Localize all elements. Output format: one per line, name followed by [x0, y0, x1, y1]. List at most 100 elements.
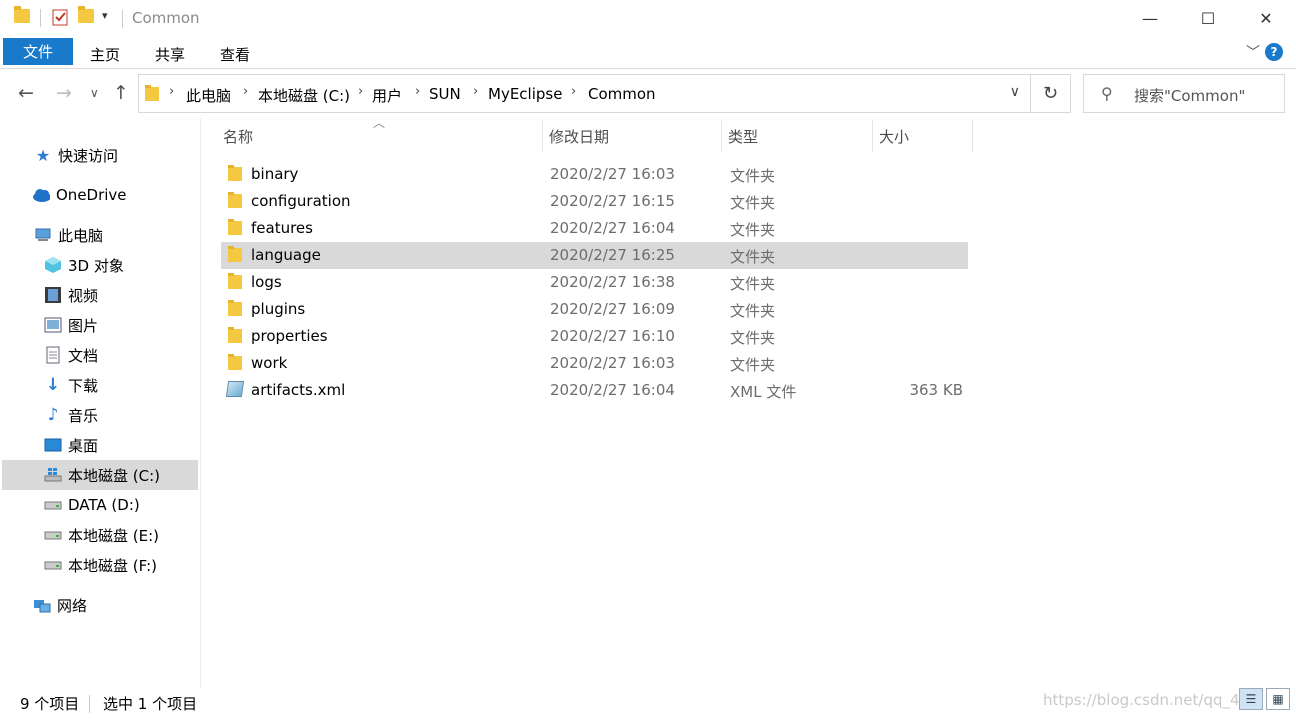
selected-count: 选中 1 个项目	[103, 695, 198, 713]
film-icon	[44, 286, 62, 304]
file-type: 文件夹	[730, 248, 776, 266]
nav-videos[interactable]: 视频	[44, 280, 98, 310]
folder-icon	[14, 6, 30, 23]
file-row[interactable]: artifacts.xml 2020/2/27 16:04 XML 文件 363…	[221, 377, 968, 404]
nav-3d-objects[interactable]: 3D 对象	[44, 250, 124, 280]
file-date: 2020/2/27 16:03	[550, 165, 675, 183]
desktop-icon	[44, 436, 62, 454]
nav-network[interactable]: 网络	[33, 590, 87, 620]
file-size: 363 KB	[909, 381, 963, 399]
help-button[interactable]: ?	[1265, 43, 1283, 61]
recent-locations-icon[interactable]: ∨	[90, 86, 99, 100]
nav-onedrive[interactable]: OneDrive	[32, 180, 127, 210]
chevron-right-icon[interactable]: ›	[243, 84, 248, 99]
tab-view[interactable]: 查看	[220, 44, 250, 65]
network-icon	[33, 596, 51, 614]
column-divider[interactable]	[972, 120, 973, 152]
file-name: plugins	[251, 300, 306, 318]
chevron-right-icon[interactable]: ›	[571, 84, 576, 99]
nav-music[interactable]: ♪ 音乐	[44, 400, 98, 430]
folder-icon	[228, 219, 242, 235]
breadcrumb-this-pc[interactable]: 此电脑	[186, 85, 231, 106]
nav-downloads[interactable]: ↓ 下载	[44, 370, 98, 400]
file-name: configuration	[251, 192, 351, 210]
nav-drive-e[interactable]: 本地磁盘 (E:)	[44, 520, 159, 550]
details-view-button[interactable]: ☰	[1239, 688, 1263, 710]
nav-label: 桌面	[68, 436, 99, 455]
file-name: language	[251, 246, 321, 264]
breadcrumb-c-drive[interactable]: 本地磁盘 (C:)	[258, 85, 350, 106]
file-row[interactable]: configuration 2020/2/27 16:15 文件夹	[221, 188, 968, 215]
chevron-right-icon[interactable]: ›	[169, 84, 174, 99]
file-date: 2020/2/27 16:10	[550, 327, 675, 345]
file-type: 文件夹	[730, 275, 776, 293]
up-button[interactable]: ↑	[113, 82, 129, 104]
nav-label: OneDrive	[56, 186, 127, 204]
file-row-selected[interactable]: language 2020/2/27 16:25 文件夹	[221, 242, 968, 269]
file-row[interactable]: binary 2020/2/27 16:03 文件夹	[221, 161, 968, 188]
file-type: XML 文件	[730, 383, 797, 401]
chevron-down-icon[interactable]: ∨	[1010, 84, 1020, 100]
tab-home[interactable]: 主页	[90, 44, 120, 65]
nav-label: 图片	[68, 316, 99, 335]
column-header-name[interactable]: 名称	[217, 120, 542, 152]
file-name: logs	[251, 273, 282, 291]
close-button[interactable]: ✕	[1237, 0, 1295, 36]
file-row[interactable]: features 2020/2/27 16:04 文件夹	[221, 215, 968, 242]
maximize-button[interactable]: ☐	[1179, 0, 1237, 36]
nav-label: 下载	[68, 376, 99, 395]
nav-documents[interactable]: 文档	[44, 340, 98, 370]
file-row[interactable]: logs 2020/2/27 16:38 文件夹	[221, 269, 968, 296]
expand-ribbon-icon[interactable]: ﹀	[1246, 42, 1260, 62]
divider	[200, 118, 201, 688]
file-name: features	[251, 219, 313, 237]
folder-icon	[228, 246, 242, 262]
file-row[interactable]: plugins 2020/2/27 16:09 文件夹	[221, 296, 968, 323]
picture-icon	[44, 316, 62, 334]
address-bar[interactable]: › 此电脑 › 本地磁盘 (C:) › 用户 › SUN › MyEclipse…	[138, 74, 1031, 113]
file-row[interactable]: properties 2020/2/27 16:10 文件夹	[221, 323, 968, 350]
nav-quick-access[interactable]: ★ 快速访问	[34, 140, 118, 170]
nav-drive-d[interactable]: DATA (D:)	[44, 490, 140, 520]
nav-label: 此电脑	[58, 226, 104, 245]
star-icon: ★	[35, 145, 51, 165]
tab-file[interactable]: 文件	[3, 38, 73, 65]
breadcrumb-myeclipse[interactable]: MyEclipse	[488, 85, 562, 103]
refresh-button[interactable]: ↻	[1031, 74, 1071, 113]
breadcrumb-sun[interactable]: SUN	[429, 85, 461, 103]
breadcrumb-users[interactable]: 用户	[372, 85, 402, 106]
new-folder-icon[interactable]	[78, 6, 94, 23]
properties-icon[interactable]	[52, 8, 68, 30]
breadcrumb-common[interactable]: Common	[588, 85, 656, 103]
large-icons-view-button[interactable]: ▦	[1266, 688, 1290, 710]
forward-button[interactable]: →	[56, 82, 72, 104]
nav-label: 快速访问	[58, 146, 119, 165]
tab-share[interactable]: 共享	[155, 44, 185, 65]
nav-drive-f[interactable]: 本地磁盘 (F:)	[44, 550, 157, 580]
nav-this-pc[interactable]: 此电脑	[34, 220, 103, 250]
column-header-type[interactable]: 类型	[722, 120, 872, 152]
nav-desktop[interactable]: 桌面	[44, 430, 98, 460]
file-type: 文件夹	[730, 329, 776, 347]
chevron-right-icon[interactable]: ›	[358, 84, 363, 99]
file-date: 2020/2/27 16:38	[550, 273, 675, 291]
file-date: 2020/2/27 16:15	[550, 192, 675, 210]
nav-label: 音乐	[68, 406, 99, 425]
column-header-date[interactable]: 修改日期	[543, 120, 721, 152]
divider	[89, 695, 90, 713]
chevron-right-icon[interactable]: ›	[415, 84, 420, 99]
cube-icon	[44, 256, 62, 274]
customize-toolbar-icon[interactable]: ▾	[102, 9, 108, 22]
file-name: binary	[251, 165, 299, 183]
column-header-size[interactable]: 大小	[873, 120, 972, 152]
nav-drive-c[interactable]: 本地磁盘 (C:)	[2, 460, 198, 490]
back-button[interactable]: ←	[18, 82, 34, 104]
file-date: 2020/2/27 16:03	[550, 354, 675, 372]
file-row[interactable]: work 2020/2/27 16:03 文件夹	[221, 350, 968, 377]
search-input[interactable]: ⚲ 搜索"Common"	[1083, 74, 1285, 113]
minimize-button[interactable]: —	[1121, 0, 1179, 36]
chevron-right-icon[interactable]: ›	[473, 84, 478, 99]
xml-file-icon	[225, 381, 245, 397]
folder-icon	[228, 165, 242, 181]
nav-pictures[interactable]: 图片	[44, 310, 98, 340]
